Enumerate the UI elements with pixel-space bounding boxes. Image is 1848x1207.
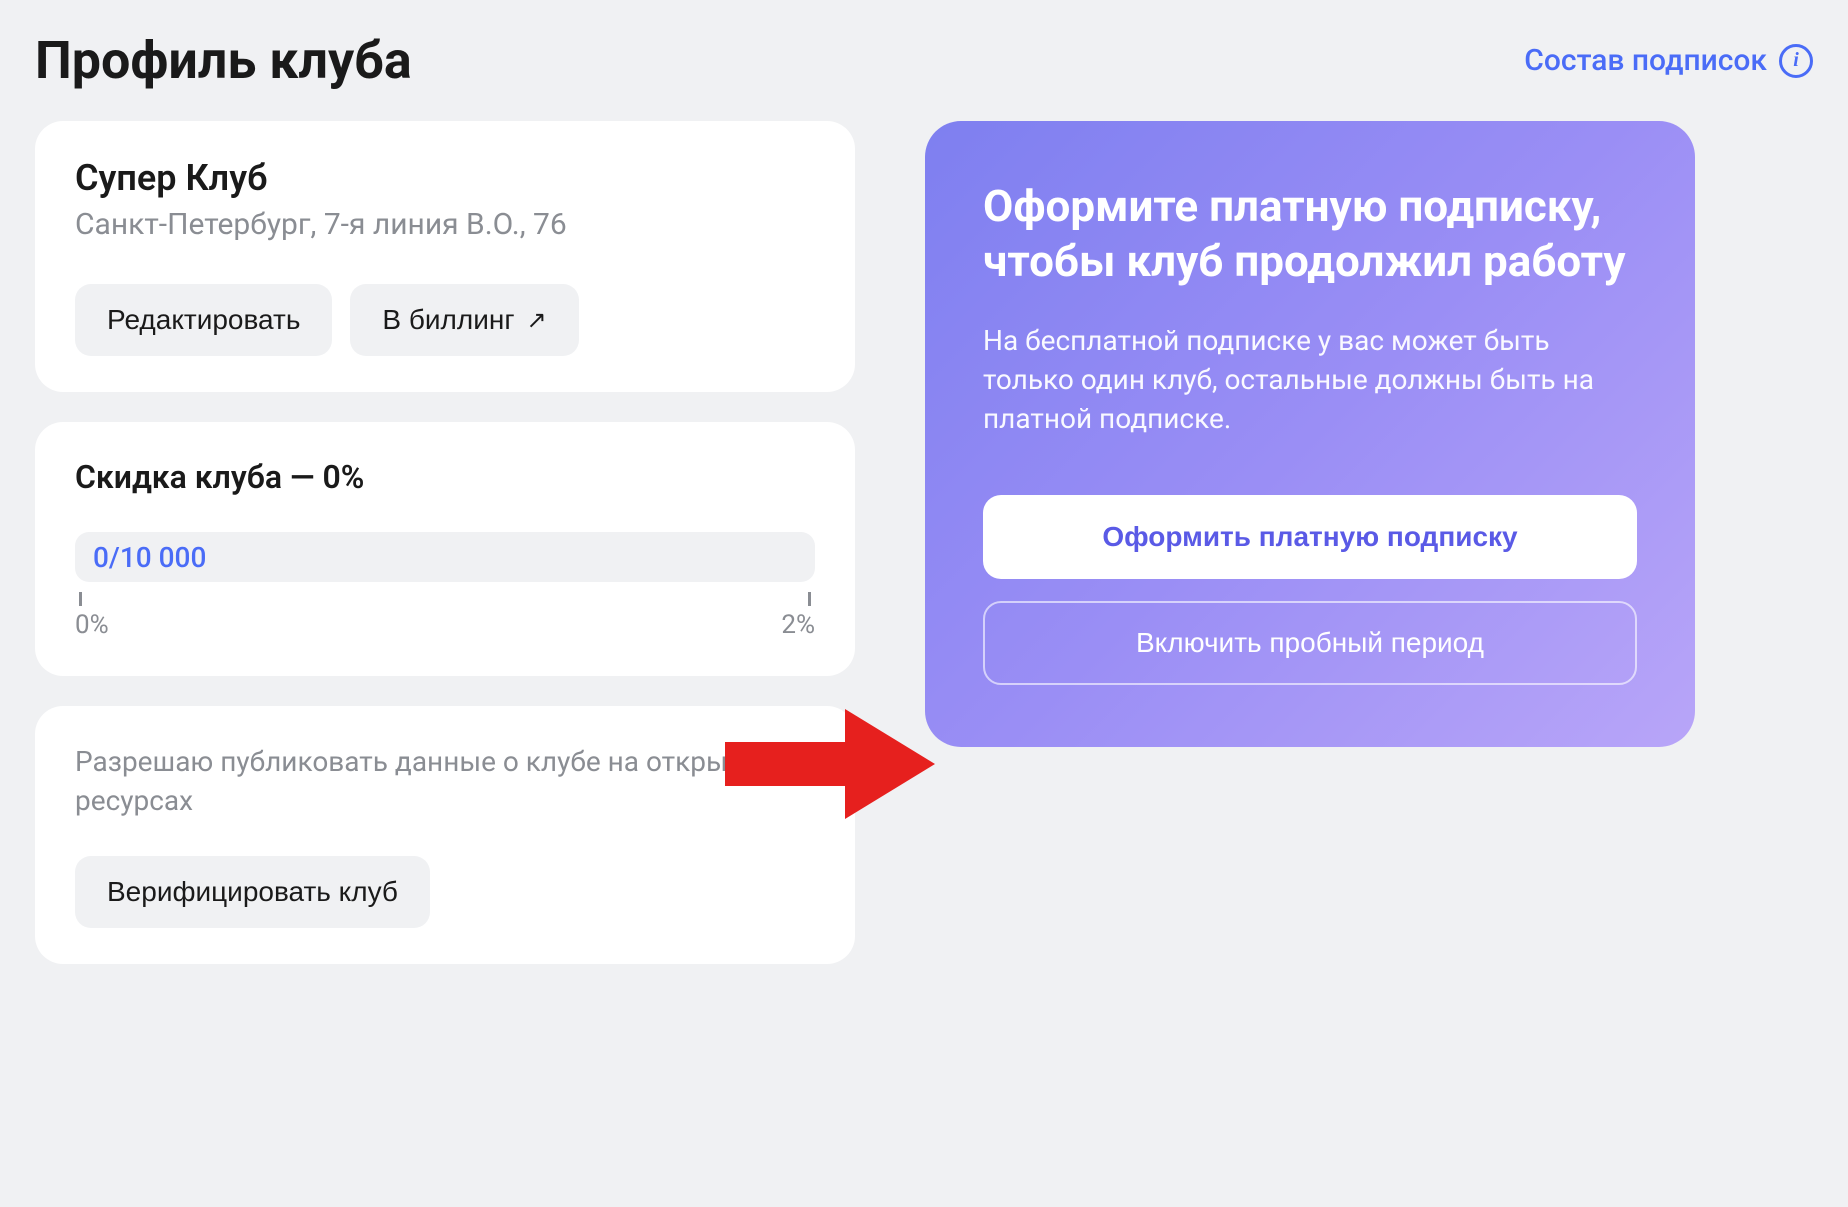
club-name: Супер Клуб (75, 157, 815, 199)
page-title: Профиль клуба (35, 30, 412, 91)
subscribe-paid-label: Оформить платную подписку (1102, 521, 1517, 552)
subscription-promo-card: Оформите платную подписку, чтобы клуб пр… (925, 121, 1695, 747)
enable-trial-label: Включить пробный период (1136, 627, 1484, 658)
discount-title: Скидка клуба — 0% (75, 458, 815, 496)
promo-title: Оформите платную подписку, чтобы клуб пр… (983, 179, 1637, 289)
subscribe-paid-button[interactable]: Оформить платную подписку (983, 495, 1637, 579)
progress-value: 0/10 000 (93, 541, 206, 574)
verify-button-label: Верифицировать клуб (107, 876, 398, 908)
tick-row (75, 592, 815, 606)
discount-progress-bar: 0/10 000 (75, 532, 815, 582)
subscription-link-label: Состав подписок (1524, 43, 1767, 78)
header-row: Профиль клуба Состав подписок i (35, 30, 1813, 91)
tick-label-max: 2% (781, 610, 815, 640)
billing-button-label: В биллинг (382, 304, 514, 336)
tick-label-min: 0% (75, 610, 109, 640)
tick-labels: 0% 2% (75, 610, 815, 640)
tick-max (808, 592, 811, 606)
publish-permission-text: Разрешаю публиковать данные о клубе на о… (75, 742, 815, 820)
external-link-icon: ↗ (527, 306, 547, 335)
subscription-composition-link[interactable]: Состав подписок i (1524, 43, 1813, 78)
verify-club-button[interactable]: Верифицировать клуб (75, 856, 430, 928)
verify-card: Разрешаю публиковать данные о клубе на о… (35, 706, 855, 964)
billing-button[interactable]: В биллинг ↗ (350, 284, 578, 356)
club-info-card: Супер Клуб Санкт-Петербург, 7-я линия В.… (35, 121, 855, 392)
tick-min (79, 592, 82, 606)
edit-button-label: Редактировать (107, 304, 300, 336)
enable-trial-button[interactable]: Включить пробный период (983, 601, 1637, 685)
discount-card: Скидка клуба — 0% 0/10 000 0% 2% (35, 422, 855, 676)
info-icon: i (1779, 44, 1813, 78)
edit-button[interactable]: Редактировать (75, 284, 332, 356)
club-address: Санкт-Петербург, 7-я линия В.О., 76 (75, 207, 815, 242)
promo-description: На бесплатной подписке у вас может быть … (983, 321, 1637, 439)
